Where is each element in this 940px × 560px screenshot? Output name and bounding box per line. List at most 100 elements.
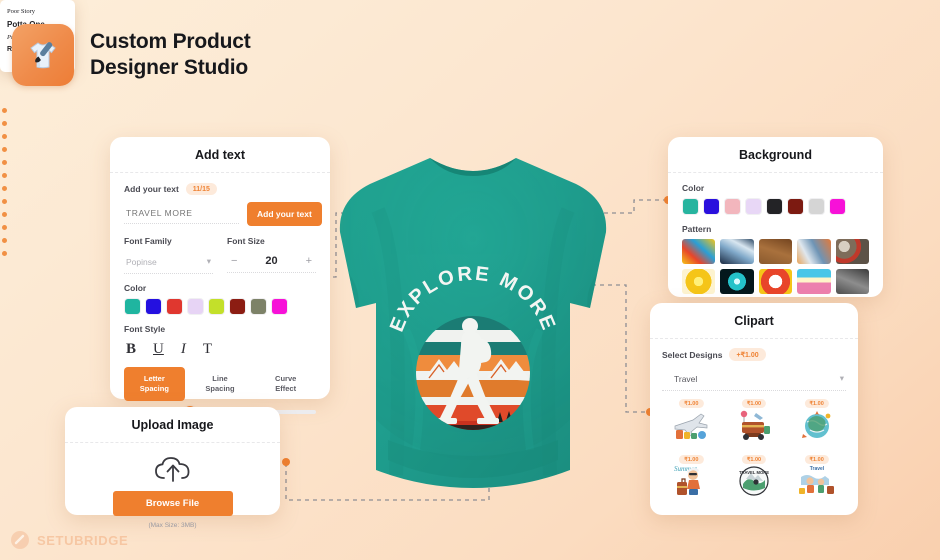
font-size-label: Font Size [227, 236, 265, 246]
clipart-grid: ₹1.00 ₹1.00 ₹1.00 ₹1.00 Summer ₹1.00 TRAVEL MO… [662, 398, 846, 506]
add-your-text-button[interactable]: Add your text [247, 202, 322, 226]
background-color-swatch-1[interactable] [682, 198, 699, 215]
text-color-swatches [124, 298, 316, 315]
spacing-tabs: Letter Spacing Line Spacing Curve Effect [124, 367, 316, 402]
add-your-text-label: Add your text [124, 184, 179, 194]
page-title: Custom Product Designer Studio [90, 29, 251, 80]
setubridge-footer-logo: SETUBRIDGE [10, 530, 128, 550]
background-color-swatch-3[interactable] [724, 198, 741, 215]
chevron-down-icon: ▾ [206, 256, 211, 266]
browse-file-button[interactable]: Browse File [112, 491, 233, 516]
select-designs-label: Select Designs [662, 349, 723, 360]
brand-title-line2: Designer Studio [90, 56, 249, 79]
tab-letter-spacing[interactable]: Letter Spacing [124, 367, 185, 402]
pattern-teal-light-burst[interactable] [720, 269, 754, 294]
travel-tips-family-clipart: Travel [797, 464, 837, 503]
font-size-value: 20 [265, 255, 278, 267]
background-color-swatch-5[interactable] [766, 198, 783, 215]
brand-header: Custom Product Designer Studio [12, 24, 251, 86]
setubridge-logo-text: SETUBRIDGE [37, 532, 129, 548]
font-size-increment[interactable]: + [306, 255, 312, 267]
text-color-swatch-6[interactable] [229, 298, 246, 315]
clipart-item-price: ₹1.00 [679, 399, 704, 408]
vintage-car-suitcase-clipart [734, 408, 774, 447]
background-color-swatch-6[interactable] [787, 198, 804, 215]
pattern-red-comic-explosion[interactable] [758, 269, 793, 294]
text-color-swatch-4[interactable] [187, 298, 204, 315]
font-style-buttons: BUIT [124, 339, 316, 358]
brand-title-line1: Custom Product [90, 30, 251, 54]
text-color-swatch-5[interactable] [208, 298, 225, 315]
max-size-hint: (Max Size: 3MB) [148, 522, 197, 529]
clipart-item[interactable]: ₹1.00 Travel [787, 454, 846, 506]
clipart-item-price: ₹1.00 [741, 455, 767, 464]
pattern-grey-concrete-texture[interactable] [835, 269, 869, 294]
pattern-brown-leather-texture[interactable] [758, 239, 793, 264]
text-color-label: Color [124, 283, 147, 293]
canvas-stage: Custom Product Designer Studio EXPLORE M… [0, 0, 940, 560]
bold-button[interactable]: B [126, 341, 136, 358]
background-panel-title: Background [668, 137, 883, 173]
clipart-panel-title: Clipart [650, 303, 858, 339]
clipart-panel: Clipart Select Designs +₹1.00 Travel ▾ ₹… [650, 303, 858, 515]
text-color-swatch-7[interactable] [250, 298, 267, 315]
pattern-abstract-paint-splash[interactable] [682, 239, 716, 264]
pattern-blue-ice-texture[interactable] [720, 239, 754, 264]
background-pattern-label: Pattern [682, 224, 712, 234]
clipart-item[interactable]: ₹1.00 [787, 398, 846, 450]
clipart-price-badge: +₹1.00 [729, 348, 766, 361]
background-color-swatches [682, 198, 869, 215]
text-color-swatch-1[interactable] [124, 298, 141, 315]
text-color-swatch-3[interactable] [166, 298, 183, 315]
font-size-decrement[interactable]: − [231, 255, 237, 267]
world-travel-globe-clipart [797, 408, 837, 447]
pattern-orange-blue-marble[interactable] [797, 239, 831, 264]
svg-text:Travel: Travel [809, 466, 824, 472]
clipart-item[interactable]: ₹1.00 [725, 398, 784, 450]
setubridge-mark-icon [11, 531, 29, 549]
clipart-item-price: ₹1.00 [804, 455, 829, 464]
font-style-label: Font Style [124, 324, 166, 334]
pattern-pink-blue-sunset[interactable] [797, 269, 831, 294]
font-family-select[interactable]: Popinse ▾ [124, 251, 213, 274]
background-color-swatch-7[interactable] [808, 198, 825, 215]
clipart-category-select[interactable]: Travel ▾ [662, 368, 846, 391]
underline-button[interactable]: U [153, 341, 164, 358]
upload-image-panel-title: Upload Image [65, 407, 280, 443]
summer-vacation-boy-clipart: Summer [671, 464, 711, 503]
italic-button[interactable]: I [181, 341, 186, 358]
font-option-poor-story[interactable]: Poor Story [7, 5, 68, 17]
tab-line-spacing[interactable]: Line Spacing [190, 367, 251, 401]
add-text-panel: Add text Add your text 11/15 Add your te… [110, 137, 330, 419]
clipart-category-value: Travel [674, 373, 698, 384]
clipart-item[interactable]: ₹1.00 TRAVEL MORE [725, 454, 784, 506]
airplane-luggage-clipart [671, 408, 711, 447]
text-color-swatch-2[interactable] [145, 298, 162, 315]
background-color-swatch-4[interactable] [745, 198, 762, 215]
clipart-item[interactable]: ₹1.00 Summer [662, 454, 721, 506]
clipart-item-price: ₹1.00 [804, 399, 829, 408]
char-counter-badge: 11/15 [185, 183, 217, 195]
text-color-swatch-8[interactable] [271, 298, 288, 315]
chevron-down-icon: ▾ [839, 373, 844, 383]
background-color-swatch-8[interactable] [829, 198, 846, 215]
background-color-label: Color [682, 183, 705, 193]
svg-text:TRAVEL MORE: TRAVEL MORE [739, 470, 769, 475]
background-panel: Background Color Pattern [668, 137, 883, 297]
connector-dot-upload [282, 458, 290, 466]
tab-curve-effect[interactable]: Curve Effect [255, 367, 316, 401]
background-pattern-grid [682, 239, 869, 294]
text-input[interactable] [124, 204, 239, 224]
font-family-label: Font Family [124, 236, 172, 246]
cloud-upload-icon [154, 457, 189, 482]
background-color-swatch-2[interactable] [703, 198, 720, 215]
text-transform-button[interactable]: T [203, 341, 212, 358]
teal-sweatshirt-mockup: EXPLORE MORE [318, 140, 628, 530]
add-text-panel-title: Add text [110, 137, 330, 173]
clipart-item-price: ₹1.00 [679, 455, 704, 464]
pattern-stone-pebbles-texture[interactable] [835, 239, 869, 264]
font-family-value: Popinse [126, 256, 157, 267]
font-size-stepper[interactable]: − 20 + [227, 251, 316, 273]
clipart-item[interactable]: ₹1.00 [662, 398, 721, 450]
pattern-yellow-burst-comic[interactable] [682, 269, 716, 294]
